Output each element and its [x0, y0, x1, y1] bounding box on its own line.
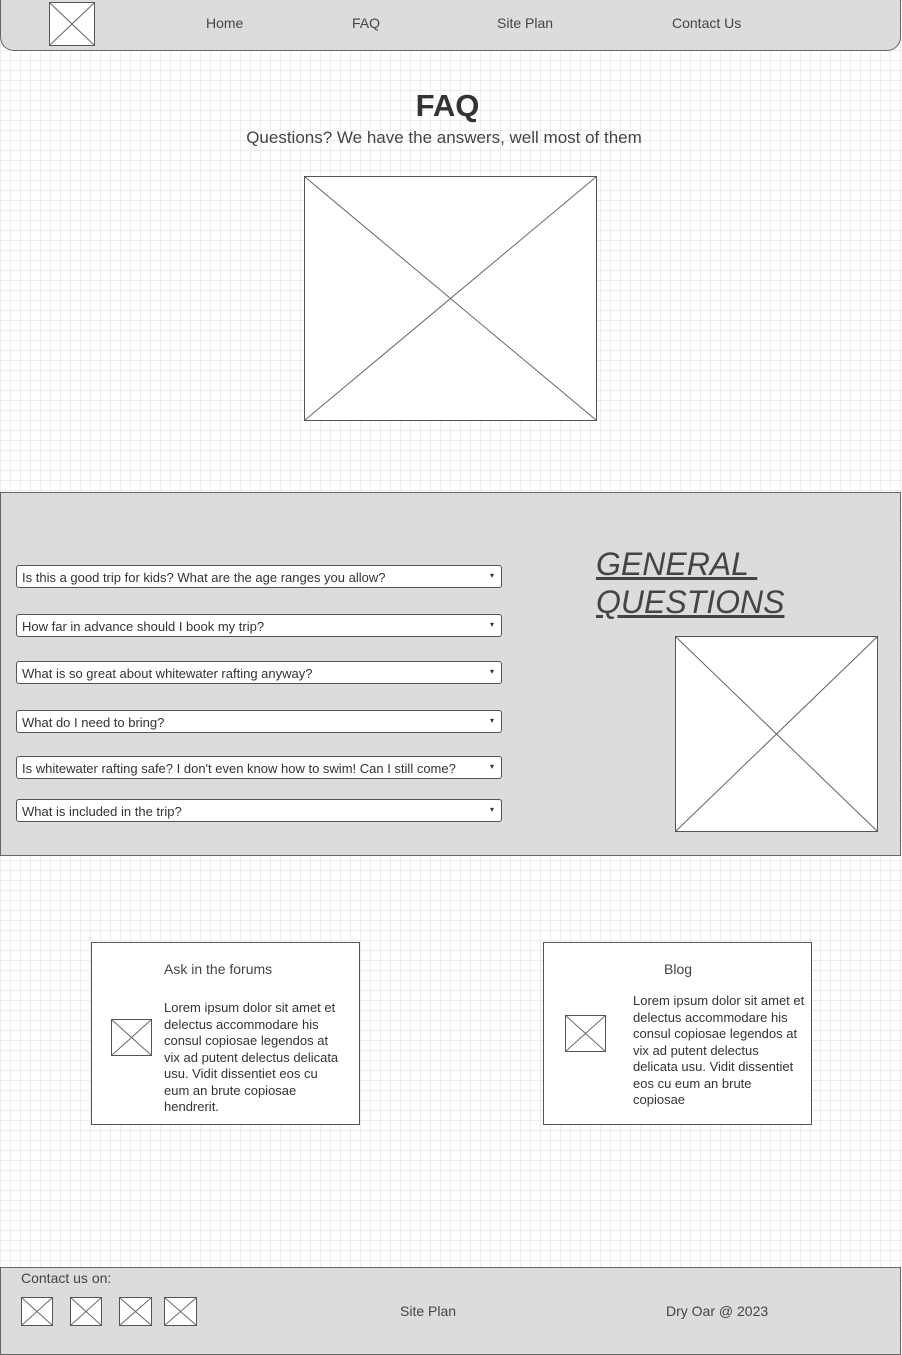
faq-placeholder-image — [675, 636, 878, 832]
social-icon[interactable] — [164, 1297, 197, 1326]
faq-question: What is so great about whitewater raftin… — [22, 666, 313, 681]
footer-site-plan-link[interactable]: Site Plan — [400, 1303, 456, 1319]
chevron-down-icon: ▾ — [489, 805, 494, 814]
forums-card[interactable]: Ask in the forums Lorem ipsum dolor sit … — [91, 942, 360, 1125]
faq-dropdown[interactable]: What is included in the trip? ▾ — [16, 799, 502, 822]
footer-copyright: Dry Oar @ 2023 — [666, 1303, 769, 1319]
page-title: FAQ — [415, 88, 480, 123]
faq-question: Is whitewater rafting safe? I don't even… — [22, 761, 456, 776]
chevron-down-icon: ▾ — [489, 571, 494, 580]
blog-placeholder-image — [565, 1015, 606, 1052]
page-subtitle: Questions? We have the answers, well mos… — [246, 128, 642, 147]
general-questions-heading: GENERAL QUESTIONS — [596, 545, 896, 621]
faq-dropdown[interactable]: What is so great about whitewater raftin… — [16, 661, 502, 684]
footer: Contact us on: Site Plan Dry Oar @ 2023 — [0, 1267, 901, 1355]
faq-question: How far in advance should I book my trip… — [22, 619, 265, 634]
logo-placeholder-image[interactable] — [49, 2, 95, 46]
faq-dropdown[interactable]: Is whitewater rafting safe? I don't even… — [16, 756, 502, 779]
top-nav-bar: Home FAQ Site Plan Contact Us — [0, 0, 901, 51]
nav-site-plan-link[interactable]: Site Plan — [497, 15, 553, 31]
faq-question: What do I need to bring? — [22, 715, 165, 730]
blog-card[interactable]: Blog Lorem ipsum dolor sit amet et delec… — [543, 942, 812, 1125]
card-body: Lorem ipsum dolor sit amet et delectus a… — [164, 1000, 339, 1114]
social-icon[interactable] — [70, 1297, 102, 1326]
chevron-down-icon: ▾ — [489, 620, 494, 629]
faq-question: Is this a good trip for kids? What are t… — [22, 570, 386, 585]
faq-dropdown[interactable]: How far in advance should I book my trip… — [16, 614, 502, 637]
nav-contact-link[interactable]: Contact Us — [672, 15, 741, 31]
nav-home-link[interactable]: Home — [206, 15, 243, 31]
card-body: Lorem ipsum dolor sit amet et delectus a… — [633, 993, 805, 1107]
chevron-down-icon: ▾ — [489, 716, 494, 725]
faq-question: What is included in the trip? — [22, 804, 182, 819]
footer-contact-label: Contact us on: — [21, 1270, 112, 1286]
chevron-down-icon: ▾ — [489, 667, 494, 676]
general-questions-heading-line: GENERAL — [596, 546, 758, 582]
social-icon[interactable] — [21, 1297, 53, 1326]
chevron-down-icon: ▾ — [489, 762, 494, 771]
card-title: Blog — [664, 961, 693, 977]
card-title: Ask in the forums — [164, 961, 273, 977]
faq-dropdown[interactable]: Is this a good trip for kids? What are t… — [16, 565, 502, 588]
faq-dropdown[interactable]: What do I need to bring? ▾ — [16, 710, 502, 733]
general-questions-heading-line: QUESTIONS — [596, 584, 785, 620]
social-icon[interactable] — [119, 1297, 152, 1326]
nav-faq-link[interactable]: FAQ — [352, 15, 380, 31]
forums-placeholder-image — [111, 1019, 152, 1056]
hero-placeholder-image — [304, 176, 597, 421]
